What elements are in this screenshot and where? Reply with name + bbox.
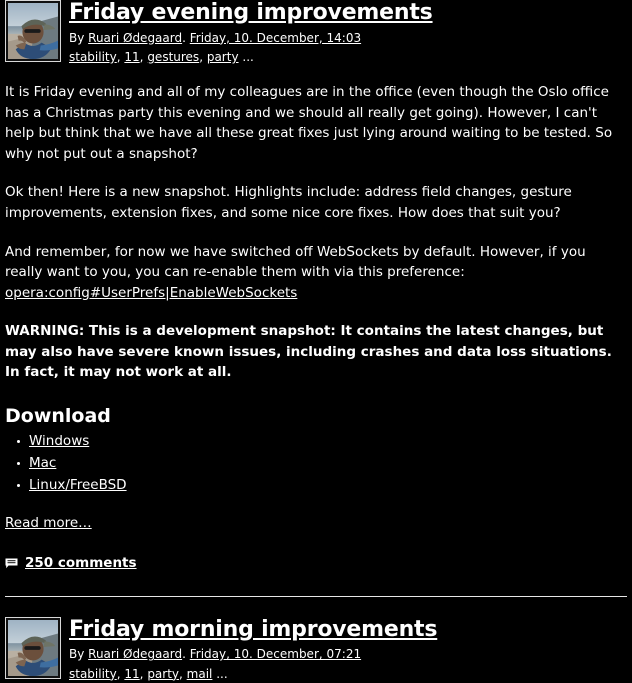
tag-link[interactable]: mail (187, 667, 213, 681)
tag-link[interactable]: stability (69, 667, 117, 681)
download-heading: Download (5, 404, 111, 427)
list-item: Windows (17, 431, 627, 453)
post-tags: stability, 11, party, mail ... (69, 666, 228, 681)
tag-link[interactable]: gestures (147, 50, 199, 64)
post-title: Friday evening improvements (69, 0, 627, 26)
websockets-lead: And remember, for now we have switched o… (5, 243, 586, 281)
post-title-link[interactable]: Friday morning improvements (69, 617, 437, 642)
post-header-text: Friday evening improvements By Ruari Øde… (69, 0, 627, 66)
byline-separator: . (182, 647, 190, 662)
byline-separator: . (182, 30, 190, 45)
avatar-photo (8, 619, 58, 676)
post-byline: By Ruari Ødegaard. Friday, 10. December,… (69, 30, 627, 47)
list-item: Mac (17, 453, 627, 475)
read-more: Read more… (5, 513, 627, 534)
websockets-paragraph: And remember, for now we have switched o… (5, 242, 627, 304)
download-link-mac[interactable]: Mac (29, 455, 56, 471)
tag-link[interactable]: stability (69, 50, 117, 64)
list-item: Linux/FreeBSD (17, 475, 627, 497)
tag-link[interactable]: party (207, 50, 239, 64)
post-tags: stability, 11, gestures, party ... (69, 50, 254, 65)
avatar (5, 0, 61, 62)
tags-ellipsis: ... (216, 666, 228, 681)
download-link-windows[interactable]: Windows (29, 433, 89, 449)
post-title: Friday morning improvements (69, 617, 627, 643)
warning-text: WARNING: This is a development snapshot:… (5, 323, 612, 381)
comments-row[interactable]: 250 comments (5, 553, 627, 573)
post-body: It is Friday evening and all of my colle… (5, 82, 627, 573)
blog-page: Friday evening improvements By Ruari Øde… (0, 0, 632, 683)
post-divider (5, 595, 627, 597)
byline-prefix: By (69, 30, 89, 45)
blog-post-2: Friday morning improvements By Ruari Øde… (5, 616, 627, 683)
download-list: Windows Mac Linux/FreeBSD (5, 431, 627, 497)
opera-config-link[interactable]: opera:config#UserPrefs|EnableWebSockets (5, 285, 297, 301)
post-paragraph: It is Friday evening and all of my colle… (5, 84, 613, 162)
avatar-photo (8, 3, 58, 59)
post-header-text: Friday morning improvements By Ruari Øde… (69, 617, 627, 683)
author-link[interactable]: Ruari Ødegaard (88, 647, 182, 661)
comments-link[interactable]: 250 comments (25, 553, 137, 573)
download-link-linux[interactable]: Linux/FreeBSD (29, 477, 127, 493)
post-date-link[interactable]: Friday, 10. December, 07:21 (190, 647, 361, 661)
tag-link[interactable]: party (147, 667, 179, 681)
post-header: Friday evening improvements By Ruari Øde… (5, 0, 627, 66)
post-byline: By Ruari Ødegaard. Friday, 10. December,… (69, 646, 627, 663)
read-more-link[interactable]: Read more… (5, 515, 92, 531)
speech-bubble-icon (5, 558, 18, 569)
avatar (5, 616, 61, 679)
post-date-link[interactable]: Friday, 10. December, 14:03 (190, 31, 361, 45)
byline-prefix: By (69, 647, 89, 662)
post-title-link[interactable]: Friday evening improvements (69, 0, 433, 25)
tag-link[interactable]: 11 (124, 50, 139, 64)
tag-link[interactable]: 11 (124, 667, 139, 681)
tags-ellipsis: ... (242, 50, 254, 65)
post-paragraph: Ok then! Here is a new snapshot. Highlig… (5, 184, 572, 221)
blog-post-1: Friday evening improvements By Ruari Øde… (5, 0, 627, 597)
post-header: Friday morning improvements By Ruari Øde… (5, 616, 627, 683)
author-link[interactable]: Ruari Ødegaard (88, 31, 182, 45)
